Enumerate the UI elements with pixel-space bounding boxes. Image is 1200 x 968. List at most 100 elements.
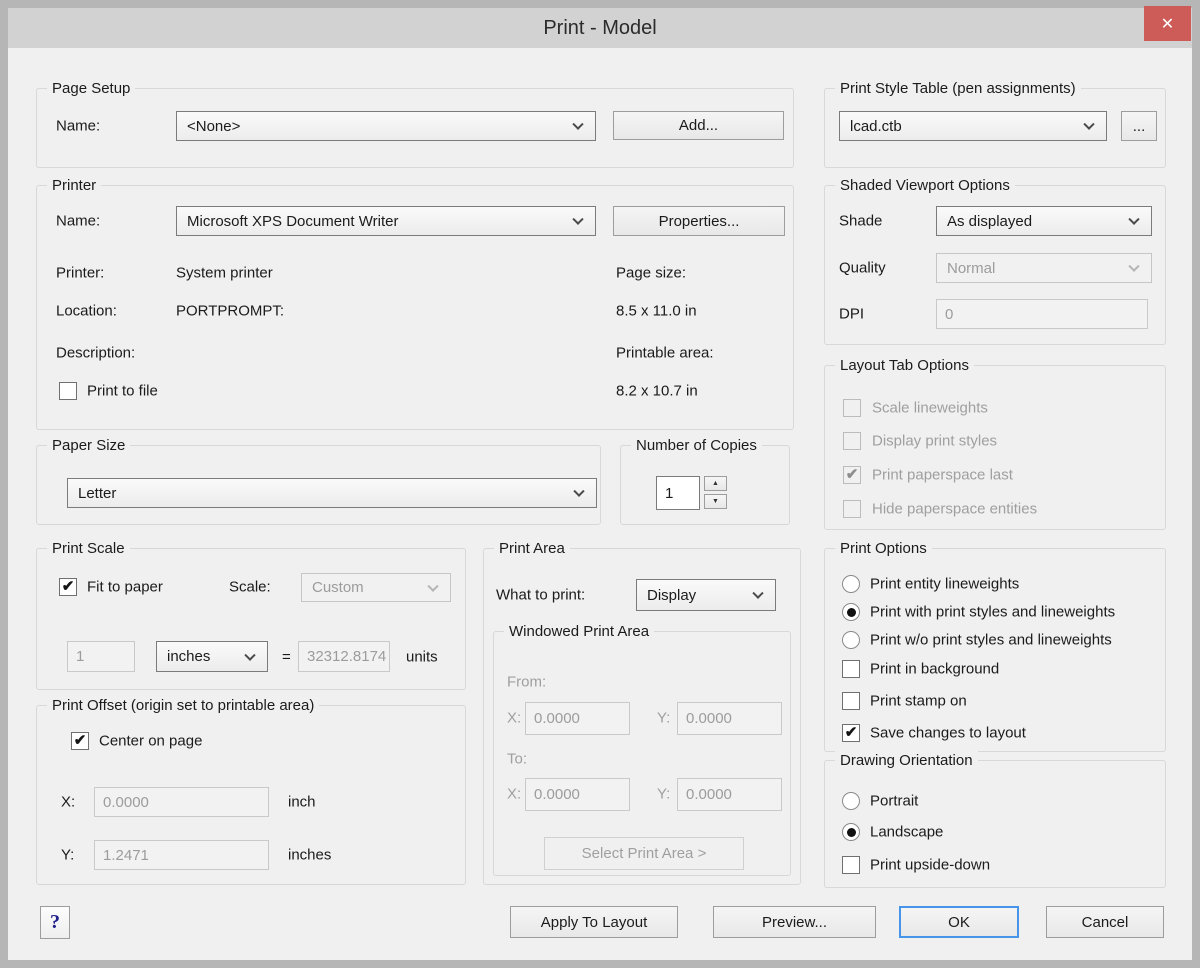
from-x-field: 0.0000	[525, 702, 630, 735]
page-setup-name-combobox[interactable]: <None>	[176, 111, 596, 141]
print-in-background-label: Print in background	[870, 661, 999, 678]
print-style-table-value: lcad.ctb	[850, 118, 902, 135]
print-style-browse-button[interactable]: ...	[1121, 111, 1157, 141]
shade-combobox[interactable]: As displayed	[936, 206, 1152, 236]
print-offset-group: Print Offset (origin set to printable ar…	[36, 705, 466, 885]
windowed-print-area-group: Windowed Print Area From: X: 0.0000 Y: 0…	[493, 631, 791, 876]
shade-value: As displayed	[947, 213, 1032, 230]
help-button[interactable]: ?	[40, 906, 70, 939]
copies-up-button[interactable]: ▲	[704, 476, 727, 491]
copies-input[interactable]: 1	[656, 476, 700, 510]
page-size-label: Page size:	[616, 265, 686, 282]
print-without-styles-label: Print w/o print styles and lineweights	[870, 632, 1112, 649]
printer-location-value: PORTPROMPT:	[176, 303, 284, 320]
layout-tab-options-group: Layout Tab Options Scale lineweights Dis…	[824, 365, 1166, 530]
print-upside-down-label: Print upside-down	[870, 857, 990, 874]
arrow-up-icon: ▲	[712, 480, 719, 487]
hide-paperspace-entities-checkbox	[843, 500, 861, 518]
chevron-down-icon	[244, 649, 255, 660]
quality-label: Quality	[839, 260, 886, 277]
save-changes-to-layout-label: Save changes to layout	[870, 725, 1026, 742]
paper-size-group: Paper Size Letter	[36, 445, 601, 525]
chevron-down-icon	[1128, 261, 1139, 272]
cancel-button[interactable]: Cancel	[1046, 906, 1164, 938]
chevron-down-icon	[752, 588, 763, 599]
chevron-down-icon	[1083, 119, 1094, 130]
chevron-down-icon	[1128, 214, 1139, 225]
printer-type-value: System printer	[176, 265, 273, 282]
offset-x-unit-label: inch	[288, 794, 316, 811]
printer-name-label: Name:	[56, 213, 100, 230]
print-stamp-on-checkbox[interactable]	[842, 692, 860, 710]
portrait-radio[interactable]	[842, 792, 860, 810]
display-print-styles-label: Display print styles	[872, 433, 997, 450]
close-button[interactable]: ✕	[1144, 6, 1191, 41]
from-y-label: Y:	[657, 710, 670, 727]
chevron-down-icon	[572, 119, 583, 130]
scale-combobox: Custom	[301, 573, 451, 602]
from-label: From:	[507, 674, 546, 691]
to-x-label: X:	[507, 786, 521, 803]
paper-size-value: Letter	[78, 485, 116, 502]
add-button[interactable]: Add...	[613, 111, 784, 140]
equals-sign: =	[282, 649, 291, 666]
apply-to-layout-button[interactable]: Apply To Layout	[510, 906, 678, 938]
print-entity-lineweights-radio[interactable]	[842, 575, 860, 593]
print-style-table-combobox[interactable]: lcad.ctb	[839, 111, 1107, 141]
shaded-viewport-group: Shaded Viewport Options Shade As display…	[824, 185, 1166, 345]
chevron-down-icon	[427, 580, 438, 591]
quality-value: Normal	[947, 260, 995, 277]
what-to-print-combobox[interactable]: Display	[636, 579, 776, 611]
to-x-field: 0.0000	[525, 778, 630, 811]
paper-units-field: 1	[67, 641, 135, 672]
drawing-orientation-group-title: Drawing Orientation	[835, 751, 978, 770]
print-options-group: Print Options Print entity lineweights P…	[824, 548, 1166, 752]
page-setup-group-title: Page Setup	[47, 79, 135, 98]
copies-down-button[interactable]: ▼	[704, 494, 727, 509]
fit-to-paper-checkbox[interactable]	[59, 578, 77, 596]
center-on-page-checkbox[interactable]	[71, 732, 89, 750]
offset-y-unit-label: inches	[288, 847, 331, 864]
dialog-body: Page Setup Name: <None> Add... Print Sty…	[8, 48, 1192, 960]
properties-button[interactable]: Properties...	[613, 206, 785, 236]
print-to-file-checkbox[interactable]	[59, 382, 77, 400]
printer-location-label: Location:	[56, 303, 117, 320]
landscape-radio[interactable]	[842, 823, 860, 841]
printer-group-title: Printer	[47, 176, 101, 195]
scale-lineweights-label: Scale lineweights	[872, 400, 988, 417]
shaded-viewport-group-title: Shaded Viewport Options	[835, 176, 1015, 195]
center-on-page-label: Center on page	[99, 733, 202, 750]
print-with-styles-label: Print with print styles and lineweights	[870, 604, 1115, 621]
dpi-field: 0	[936, 299, 1148, 329]
offset-y-label: Y:	[61, 847, 74, 864]
printable-area-value: 8.2 x 10.7 in	[616, 383, 698, 400]
what-to-print-value: Display	[647, 587, 696, 604]
printable-area-label: Printable area:	[616, 345, 714, 362]
scale-unit-combobox[interactable]: inches	[156, 641, 268, 672]
portrait-label: Portrait	[870, 793, 918, 810]
to-y-field: 0.0000	[677, 778, 782, 811]
print-upside-down-checkbox[interactable]	[842, 856, 860, 874]
printer-name-combobox[interactable]: Microsoft XPS Document Writer	[176, 206, 596, 236]
shade-label: Shade	[839, 213, 882, 230]
print-without-styles-radio[interactable]	[842, 631, 860, 649]
paper-size-combobox[interactable]: Letter	[67, 478, 597, 508]
help-icon: ?	[50, 911, 60, 934]
to-y-label: Y:	[657, 786, 670, 803]
window-title: Print - Model	[543, 17, 656, 40]
preview-button[interactable]: Preview...	[713, 906, 876, 938]
offset-x-field: 0.0000	[94, 787, 269, 817]
page-setup-name-value: <None>	[187, 118, 240, 135]
scale-value: Custom	[312, 579, 364, 596]
print-stamp-on-label: Print stamp on	[870, 693, 967, 710]
scale-unit-value: inches	[167, 648, 210, 665]
print-with-styles-radio[interactable]	[842, 603, 860, 621]
print-offset-group-title: Print Offset (origin set to printable ar…	[47, 696, 319, 715]
save-changes-to-layout-checkbox[interactable]	[842, 724, 860, 742]
offset-y-field: 1.2471	[94, 840, 269, 870]
print-style-table-group: Print Style Table (pen assignments) lcad…	[824, 88, 1166, 168]
from-y-field: 0.0000	[677, 702, 782, 735]
paper-size-group-title: Paper Size	[47, 436, 130, 455]
ok-button[interactable]: OK	[899, 906, 1019, 938]
print-in-background-checkbox[interactable]	[842, 660, 860, 678]
